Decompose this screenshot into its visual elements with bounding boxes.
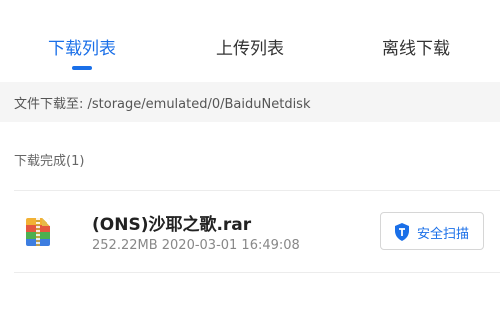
divider	[14, 190, 500, 191]
completed-downloads-section: 下载完成(1) (ONS)沙耶之歌.rar 252.22MB 2020-03-0…	[0, 122, 500, 331]
download-path-text: 文件下载至: /storage/emulated/0/BaiduNetdisk	[14, 97, 311, 112]
tab-bar: 下载列表 上传列表 离线下载	[0, 0, 500, 82]
shield-icon	[395, 223, 409, 241]
download-path-bar: 文件下载至: /storage/emulated/0/BaiduNetdisk	[0, 82, 500, 122]
active-tab-indicator	[72, 66, 92, 70]
rar-archive-icon	[26, 218, 50, 246]
file-name: (ONS)沙耶之歌.rar	[92, 215, 252, 235]
tab-offline-download[interactable]: 离线下载	[382, 34, 450, 59]
security-scan-label: 安全扫描	[417, 227, 470, 242]
tab-download-list[interactable]: 下载列表	[48, 34, 116, 59]
security-scan-button[interactable]: 安全扫描	[380, 212, 484, 250]
section-title: 下载完成(1)	[14, 154, 85, 169]
divider	[14, 272, 500, 273]
file-meta: 252.22MB 2020-03-01 16:49:08	[92, 238, 300, 253]
tab-upload-list[interactable]: 上传列表	[216, 34, 284, 59]
list-item[interactable]: (ONS)沙耶之歌.rar 252.22MB 2020-03-01 16:49:…	[0, 192, 500, 272]
